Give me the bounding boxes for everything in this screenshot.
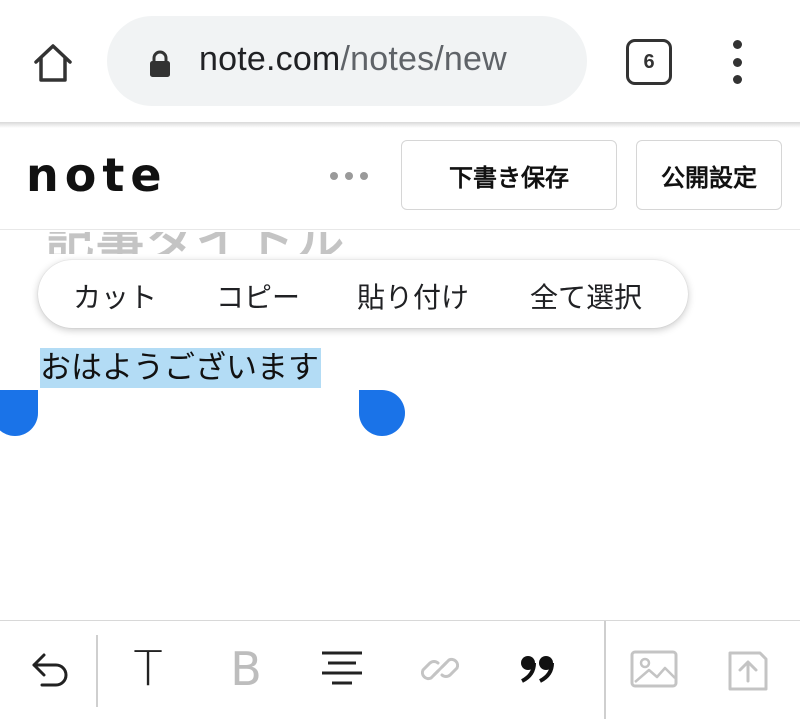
toolbar-section-divider <box>604 621 606 719</box>
note-header: note 下書き保存 公開設定 <box>0 128 800 230</box>
editor-toolbar: T B <box>0 620 800 719</box>
url-host: note.com <box>199 40 341 78</box>
tab-count: 6 <box>643 50 655 73</box>
browser-toolbar: note.com/notes/new 6 <box>0 0 800 122</box>
text-selection-menu: カット コピー 貼り付け 全て選択 <box>38 260 688 328</box>
lock-icon <box>150 50 170 77</box>
bold-label: B <box>230 642 262 696</box>
undo-icon[interactable] <box>22 641 78 697</box>
copy-menu-item[interactable]: コピー <box>216 276 300 316</box>
align-icon[interactable] <box>314 641 370 697</box>
selection-handle-end[interactable] <box>359 390 405 436</box>
title-area[interactable]: 記事タイトル <box>0 232 800 254</box>
cut-menu-item[interactable]: カット <box>73 276 157 316</box>
url-path: /notes/new <box>340 40 507 78</box>
save-draft-button[interactable]: 下書き保存 <box>401 140 617 210</box>
note-logo[interactable]: note <box>26 148 168 202</box>
link-icon[interactable] <box>412 641 468 697</box>
url-text: note.com/notes/new <box>199 40 507 79</box>
select-all-menu-item[interactable]: 全て選択 <box>530 276 642 316</box>
quote-icon[interactable] <box>510 641 566 697</box>
selection-handle-start[interactable] <box>0 390 38 436</box>
upload-icon[interactable] <box>720 641 776 697</box>
home-icon[interactable] <box>26 36 80 90</box>
publish-settings-button[interactable]: 公開設定 <box>636 140 782 210</box>
heading-label: T <box>133 641 163 697</box>
toolbar-divider <box>96 635 98 707</box>
address-bar[interactable]: note.com/notes/new <box>107 16 587 106</box>
bold-icon[interactable]: B <box>218 641 274 697</box>
selected-body-text[interactable]: おはようございます <box>40 348 321 388</box>
title-placeholder[interactable]: 記事タイトル <box>46 232 346 254</box>
heading-icon[interactable]: T <box>120 641 176 697</box>
tabs-icon[interactable]: 6 <box>626 39 672 85</box>
more-icon[interactable] <box>330 168 368 184</box>
overflow-menu-icon[interactable] <box>722 40 752 84</box>
paste-menu-item[interactable]: 貼り付け <box>357 276 469 316</box>
image-icon[interactable] <box>626 641 682 697</box>
